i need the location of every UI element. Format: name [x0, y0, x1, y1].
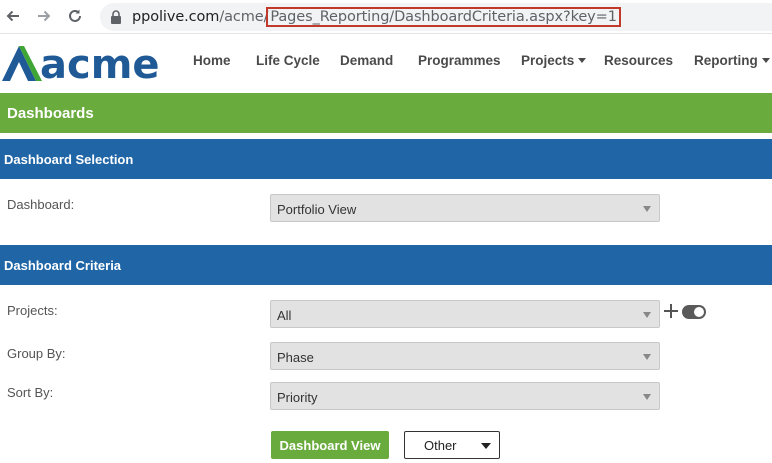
menu-demand-label: Demand: [340, 53, 394, 68]
lock-icon: [111, 10, 121, 24]
arrow-left-icon: [6, 10, 19, 22]
url-path-prefix: /acme/: [219, 9, 269, 25]
back-button[interactable]: [2, 5, 24, 27]
projects-select[interactable]: All: [270, 300, 660, 328]
group-by-select[interactable]: Phase: [270, 342, 660, 370]
menu-reporting-label: Reporting: [694, 53, 758, 68]
dashboard-view-button[interactable]: Dashboard View: [271, 431, 389, 459]
projects-toggle[interactable]: [682, 305, 706, 319]
url-host: ppolive.com: [132, 9, 220, 25]
forward-button[interactable]: [33, 5, 55, 27]
chevron-down-icon: [761, 57, 770, 63]
chevron-down-icon: [578, 57, 587, 63]
caret-down-icon: [481, 443, 491, 449]
browser-toolbar: ppolive.com/acme/Pages_Reporting/Dashboa…: [0, 0, 772, 34]
dropdown-arrow-icon: [643, 394, 651, 400]
toggle-knob: [694, 307, 704, 317]
plus-icon[interactable]: [664, 304, 678, 318]
other-button-label: Other: [424, 438, 457, 453]
section-dashboard-selection: Dashboard Selection: [0, 139, 772, 179]
menu-reporting[interactable]: Reporting: [694, 53, 770, 68]
group-by-label: Group By:: [7, 346, 66, 361]
section-title: Dashboard Criteria: [4, 258, 122, 273]
sort-by-select-value: Priority: [277, 390, 318, 405]
reload-icon: [69, 9, 81, 22]
url-text: ppolive.com/acme/Pages_Reporting/Dashboa…: [132, 7, 621, 27]
projects-label: Projects:: [7, 303, 58, 318]
page-title-bar: Dashboards: [0, 93, 772, 133]
menu-life-cycle[interactable]: Life Cycle: [256, 53, 320, 68]
menu-programmes[interactable]: Programmes: [418, 53, 501, 68]
sort-by-label: Sort By:: [7, 385, 54, 400]
section-title: Dashboard Selection: [4, 152, 134, 167]
reload-button[interactable]: [64, 5, 86, 27]
menu-resources[interactable]: Resources: [604, 53, 673, 68]
projects-select-value: All: [277, 308, 292, 323]
menu-projects[interactable]: Projects: [521, 53, 587, 68]
dashboard-select[interactable]: Portfolio View: [270, 194, 660, 222]
other-dropdown-button[interactable]: Other: [404, 431, 500, 459]
dashboard-label: Dashboard:: [7, 197, 75, 212]
dashboard-select-value: Portfolio View: [277, 202, 357, 217]
menu-home[interactable]: Home: [193, 53, 231, 68]
address-bar[interactable]: ppolive.com/acme/Pages_Reporting/Dashboa…: [100, 3, 772, 31]
group-by-select-value: Phase: [277, 350, 314, 365]
dropdown-arrow-icon: [643, 206, 651, 212]
section-dashboard-criteria: Dashboard Criteria: [0, 245, 772, 285]
url-path-highlight: Pages_Reporting/DashboardCriteria.aspx?k…: [266, 7, 621, 27]
arrow-right-icon: [38, 10, 51, 22]
menu-projects-label: Projects: [521, 53, 575, 68]
page-title: Dashboards: [7, 105, 94, 122]
menu-programmes-label: Programmes: [418, 53, 501, 68]
dropdown-arrow-icon: [643, 354, 651, 360]
main-menu: Home Life Cycle Demand Programmes Projec…: [0, 53, 772, 73]
menu-demand[interactable]: Demand: [340, 53, 393, 68]
menu-resources-label: Resources: [604, 53, 674, 68]
sort-by-select[interactable]: Priority: [270, 382, 660, 410]
menu-home-label: Home: [193, 53, 231, 68]
dropdown-arrow-icon: [643, 312, 651, 318]
menu-life-cycle-label: Life Cycle: [256, 53, 320, 68]
app-header: acme Home Life Cycle Demand Programmes P…: [0, 35, 772, 87]
